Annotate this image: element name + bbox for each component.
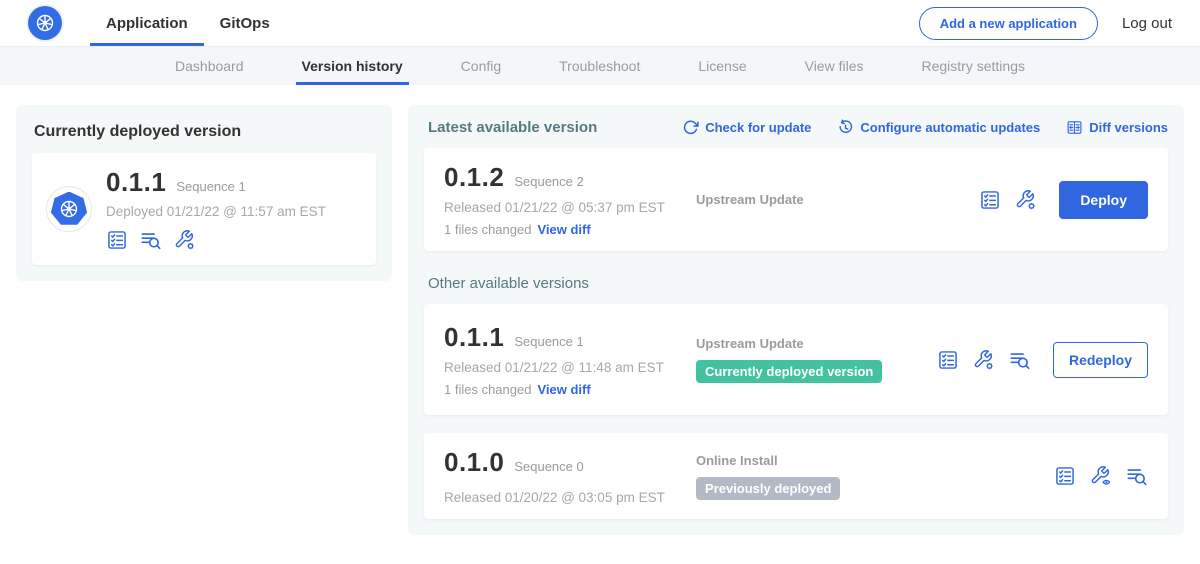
config-settings-icon[interactable] [174,229,196,251]
sequence-label: Sequence 1 [514,334,583,349]
source-label: Upstream Update [696,192,979,207]
subnav-tab-registry-settings[interactable]: Registry settings [916,47,1031,85]
config-settings-icon[interactable] [973,349,995,371]
version-number: 0.1.1 [444,322,504,353]
sequence-label: Sequence 0 [514,459,583,474]
app-subnav: Dashboard Version history Config Trouble… [0,47,1200,85]
versions-panel-header: Latest available version Check for updat… [424,119,1168,136]
source-label: Online Install [696,453,1054,468]
files-changed-label: 1 files changed [444,222,531,237]
top-right-actions: Add a new application Log out [919,7,1200,40]
config-view-icon[interactable] [1090,465,1112,487]
deployed-timestamp: Deployed 01/21/22 @ 11:57 am EST [106,204,326,219]
subnav-tab-version-history[interactable]: Version history [296,47,409,85]
redeploy-button[interactable]: Redeploy [1053,342,1148,378]
sequence-label: Sequence 2 [514,174,583,189]
auto-update-schedule-icon [837,119,854,136]
released-timestamp: Released 01/21/22 @ 05:37 pm EST [444,200,694,215]
deployed-sequence-label: Sequence 1 [176,179,245,194]
subnav-tab-dashboard[interactable]: Dashboard [169,47,250,85]
other-versions-title: Other available versions [428,275,1168,292]
top-tabs: Application GitOps [90,0,286,46]
version-info: 0.1.0 Sequence 0 Released 01/20/22 @ 03:… [444,447,694,505]
version-info: 0.1.1 Sequence 1 Released 01/21/22 @ 11:… [444,322,694,397]
diff-versions-icon [1066,119,1083,136]
add-new-application-button[interactable]: Add a new application [919,7,1098,40]
check-for-update-link[interactable]: Check for update [682,119,811,136]
version-card-0-1-1: 0.1.1 Sequence 1 Released 01/21/22 @ 11:… [424,304,1168,415]
configure-automatic-updates-link[interactable]: Configure automatic updates [837,119,1040,136]
release-notes-icon[interactable] [1126,465,1148,487]
check-for-update-label: Check for update [705,120,811,135]
release-notes-icon[interactable] [1009,349,1031,371]
view-diff-link[interactable]: View diff [537,222,590,237]
released-timestamp: Released 01/20/22 @ 03:05 pm EST [444,490,694,505]
version-source: Upstream Update [694,192,979,207]
released-timestamp: Released 01/21/22 @ 11:48 am EST [444,360,694,375]
release-notes-icon[interactable] [140,229,162,251]
latest-version-title: Latest available version [428,119,597,136]
logout-button[interactable]: Log out [1122,15,1172,32]
currently-deployed-panel: Currently deployed version 0.1.1 Sequenc… [16,105,392,281]
deployed-version-card: 0.1.1 Sequence 1 Deployed 01/21/22 @ 11:… [32,153,376,265]
currently-deployed-badge: Currently deployed version [696,360,882,383]
header-actions: Check for update Configure automatic upd… [682,119,1168,136]
preflight-checks-icon[interactable] [106,229,128,251]
version-info: 0.1.2 Sequence 2 Released 01/21/22 @ 05:… [444,162,694,237]
version-actions: Redeploy [937,342,1148,378]
subnav-tab-troubleshoot[interactable]: Troubleshoot [553,47,646,85]
configure-updates-label: Configure automatic updates [860,120,1040,135]
refresh-icon [682,119,699,136]
source-label: Upstream Update [696,336,937,351]
tab-gitops[interactable]: GitOps [204,0,286,46]
subnav-tab-config[interactable]: Config [455,47,507,85]
deployed-version-number: 0.1.1 [106,167,166,198]
version-source: Online Install Previously deployed [694,453,1054,500]
main-content: Currently deployed version 0.1.1 Sequenc… [0,85,1200,535]
preflight-checks-icon[interactable] [979,189,1001,211]
version-source: Upstream Update Currently deployed versi… [694,336,937,383]
files-changed-row: 1 files changed View diff [444,222,694,237]
version-number: 0.1.2 [444,162,504,193]
preflight-checks-icon[interactable] [1054,465,1076,487]
subnav-tab-license[interactable]: License [692,47,752,85]
view-diff-link[interactable]: View diff [537,382,590,397]
version-actions: Deploy [979,181,1148,219]
previously-deployed-badge: Previously deployed [696,477,840,500]
version-history-panel: Latest available version Check for updat… [408,105,1184,535]
subnav-tab-view-files[interactable]: View files [799,47,870,85]
top-nav-bar: Application GitOps Add a new application… [0,0,1200,47]
files-changed-label: 1 files changed [444,382,531,397]
deploy-button[interactable]: Deploy [1059,181,1148,219]
deployed-panel-title: Currently deployed version [34,123,374,141]
version-number: 0.1.0 [444,447,504,478]
config-settings-icon[interactable] [1015,189,1037,211]
version-card-0-1-2: 0.1.2 Sequence 2 Released 01/21/22 @ 05:… [424,148,1168,251]
preflight-checks-icon[interactable] [937,349,959,371]
kubernetes-logo-icon [28,6,62,40]
app-logo-icon [46,186,92,232]
version-card-0-1-0: 0.1.0 Sequence 0 Released 01/20/22 @ 03:… [424,433,1168,519]
diff-versions-label: Diff versions [1089,120,1168,135]
deployed-action-icons [106,229,326,251]
diff-versions-link[interactable]: Diff versions [1066,119,1168,136]
files-changed-row: 1 files changed View diff [444,382,694,397]
version-actions [1054,465,1148,487]
deployed-version-info: 0.1.1 Sequence 1 Deployed 01/21/22 @ 11:… [106,167,326,251]
tab-application[interactable]: Application [90,0,204,46]
